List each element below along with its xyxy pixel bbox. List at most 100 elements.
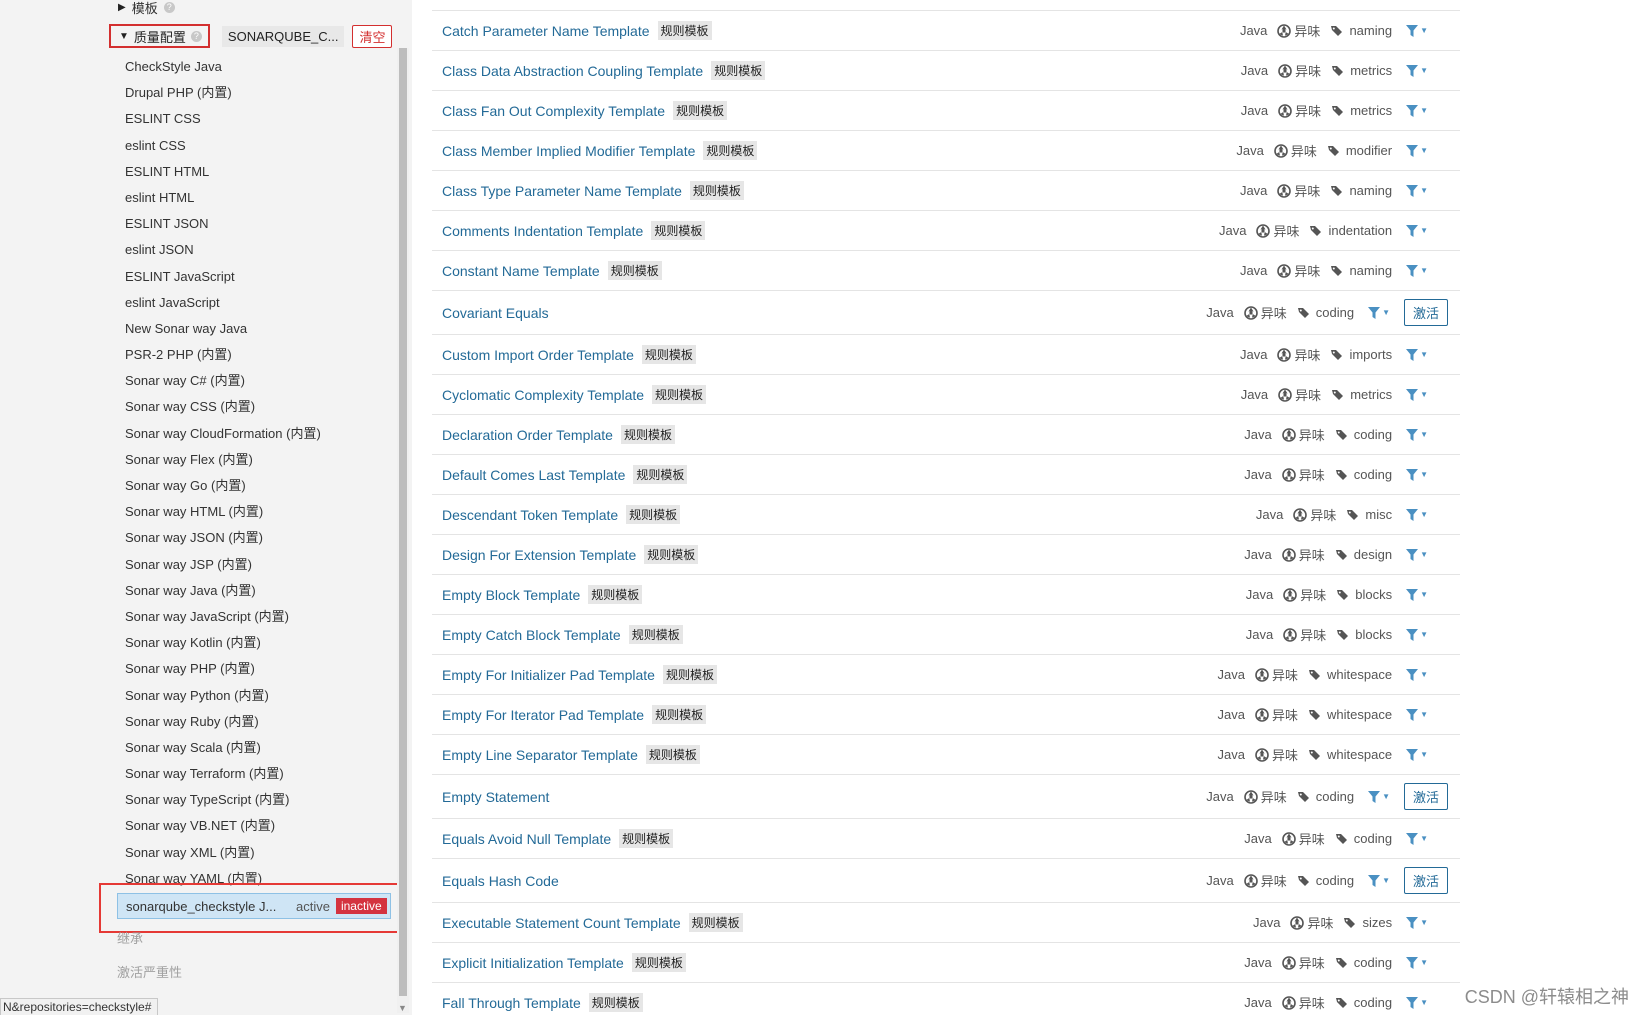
rule-tag[interactable]: coding: [1316, 789, 1354, 804]
rule-name-link[interactable]: Covariant Equals: [442, 305, 549, 321]
rule-row[interactable]: Class Fan Out Complexity Template 规则模板 Jav…: [432, 90, 1460, 130]
filter-similar-dropdown[interactable]: ▼: [1368, 790, 1390, 803]
rule-row[interactable]: Catch Parameter Name Template 规则模板 Java 异味 n…: [432, 10, 1460, 50]
rule-tag[interactable]: misc: [1365, 507, 1392, 522]
quality-profile-item[interactable]: Sonar way PHP (内置): [125, 656, 385, 682]
quality-profile-item[interactable]: eslint CSS: [125, 133, 385, 159]
filter-similar-dropdown[interactable]: ▼: [1406, 104, 1428, 117]
rule-name-link[interactable]: Cyclomatic Complexity Template: [442, 387, 644, 403]
quality-profile-item[interactable]: Sonar way CloudFormation (内置): [125, 421, 385, 447]
rule-name-link[interactable]: Comments Indentation Template: [442, 223, 643, 239]
rule-tag[interactable]: blocks: [1355, 627, 1392, 642]
rule-tag[interactable]: whitespace: [1327, 707, 1392, 722]
rule-name-link[interactable]: Design For Extension Template: [442, 547, 636, 563]
filter-similar-dropdown[interactable]: ▼: [1406, 224, 1428, 237]
rule-tag[interactable]: sizes: [1362, 915, 1392, 930]
rule-row[interactable]: Fall Through Template 规则模板 Java 异味 coding ▼: [432, 982, 1460, 1015]
quality-profile-item[interactable]: Sonar way XML (内置): [125, 840, 385, 866]
rule-tag[interactable]: whitespace: [1327, 667, 1392, 682]
rule-tag[interactable]: naming: [1349, 23, 1392, 38]
rule-tag[interactable]: metrics: [1350, 103, 1392, 118]
quality-profile-item[interactable]: Sonar way Scala (内置): [125, 735, 385, 761]
quality-profile-item[interactable]: ESLINT CSS: [125, 106, 385, 132]
filter-similar-dropdown[interactable]: ▼: [1406, 708, 1428, 721]
rule-row[interactable]: Covariant Equals Java 异味 coding ▼ 激活: [432, 290, 1460, 334]
rule-row[interactable]: Empty Line Separator Template 规则模板 Java 异味 w…: [432, 734, 1460, 774]
quality-profile-item[interactable]: Sonar way VB.NET (内置): [125, 813, 385, 839]
rule-row[interactable]: Design For Extension Template 规则模板 Java 异味 d…: [432, 534, 1460, 574]
rule-row[interactable]: Executable Statement Count Template 规则模板 J…: [432, 902, 1460, 942]
activation-severity-facet-header[interactable]: 激活严重性: [117, 962, 182, 981]
rule-tag[interactable]: design: [1354, 547, 1392, 562]
help-icon[interactable]: ?: [163, 1, 175, 13]
filter-similar-dropdown[interactable]: ▼: [1406, 144, 1428, 157]
quality-profile-item[interactable]: Sonar way TypeScript (内置): [125, 787, 385, 813]
activate-button[interactable]: 激活: [1403, 867, 1448, 894]
activate-button[interactable]: 激活: [1403, 299, 1448, 326]
rule-tag[interactable]: naming: [1349, 183, 1392, 198]
quality-profile-item[interactable]: eslint JavaScript: [125, 290, 385, 316]
selected-profile-item[interactable]: sonarqube_checkstyle J... active inactiv…: [117, 893, 391, 919]
filter-similar-dropdown[interactable]: ▼: [1406, 668, 1428, 681]
filter-similar-dropdown[interactable]: ▼: [1406, 24, 1428, 37]
rule-row[interactable]: Empty Block Template 规则模板 Java 异味 blocks ▼: [432, 574, 1460, 614]
rule-row[interactable]: Empty Statement Java 异味 coding ▼ 激活: [432, 774, 1460, 818]
quality-profile-item[interactable]: Sonar way HTML (内置): [125, 499, 385, 525]
rule-name-link[interactable]: Constant Name Template: [442, 263, 600, 279]
rule-name-link[interactable]: Descendant Token Template: [442, 507, 618, 523]
rule-name-link[interactable]: Equals Avoid Null Template: [442, 831, 611, 847]
quality-profile-item[interactable]: Sonar way Ruby (内置): [125, 709, 385, 735]
rule-row[interactable]: Declaration Order Template 规则模板 Java 异味 codi…: [432, 414, 1460, 454]
filter-similar-dropdown[interactable]: ▼: [1368, 306, 1390, 319]
rule-row[interactable]: Descendant Token Template 规则模板 Java 异味 misc ▼: [432, 494, 1460, 534]
rule-name-link[interactable]: Empty Block Template: [442, 587, 580, 603]
filter-similar-dropdown[interactable]: ▼: [1406, 748, 1428, 761]
quality-profile-facet-toggle[interactable]: ▼ 质量配置 ?: [109, 24, 210, 48]
quality-profile-item[interactable]: eslint HTML: [125, 185, 385, 211]
filter-similar-dropdown[interactable]: ▼: [1406, 832, 1428, 845]
filter-similar-dropdown[interactable]: ▼: [1406, 428, 1428, 441]
rule-row[interactable]: Class Type Parameter Name Template 规则模板 Ja…: [432, 170, 1460, 210]
rule-name-link[interactable]: Explicit Initialization Template: [442, 955, 624, 971]
quality-profile-item[interactable]: ESLINT HTML: [125, 159, 385, 185]
rule-tag[interactable]: indentation: [1328, 223, 1392, 238]
quality-profile-item[interactable]: Sonar way CSS (内置): [125, 394, 385, 420]
rule-name-link[interactable]: Empty For Iterator Pad Template: [442, 707, 644, 723]
filter-similar-dropdown[interactable]: ▼: [1406, 184, 1428, 197]
rule-tag[interactable]: coding: [1316, 873, 1354, 888]
rule-tag[interactable]: coding: [1354, 467, 1392, 482]
rule-row[interactable]: Empty Catch Block Template 规则模板 Java 异味 bloc…: [432, 614, 1460, 654]
rule-row[interactable]: Cyclomatic Complexity Template 规则模板 Java 异味…: [432, 374, 1460, 414]
rule-name-link[interactable]: Class Member Implied Modifier Template: [442, 143, 695, 159]
filter-similar-dropdown[interactable]: ▼: [1406, 628, 1428, 641]
rule-name-link[interactable]: Catch Parameter Name Template: [442, 23, 650, 39]
quality-profile-item[interactable]: Sonar way Flex (内置): [125, 447, 385, 473]
rule-name-link[interactable]: Class Fan Out Complexity Template: [442, 103, 665, 119]
rule-name-link[interactable]: Empty For Initializer Pad Template: [442, 667, 655, 683]
rule-row[interactable]: Custom Import Order Template 规则模板 Java 异味 im…: [432, 334, 1460, 374]
rule-name-link[interactable]: Default Comes Last Template: [442, 467, 625, 483]
rule-name-link[interactable]: Class Data Abstraction Coupling Template: [442, 63, 703, 79]
profile-active-toggle[interactable]: active: [296, 899, 330, 914]
rule-row[interactable]: Constant Name Template 规则模板 Java 异味 naming ▼: [432, 250, 1460, 290]
rule-name-link[interactable]: Fall Through Template: [442, 995, 581, 1011]
filter-similar-dropdown[interactable]: ▼: [1406, 508, 1428, 521]
quality-profile-item[interactable]: Sonar way Terraform (内置): [125, 761, 385, 787]
rule-row[interactable]: Equals Hash Code Java 异味 coding ▼ 激活: [432, 858, 1460, 902]
quality-profile-item[interactable]: Sonar way Go (内置): [125, 473, 385, 499]
quality-profile-item[interactable]: Sonar way Python (内置): [125, 683, 385, 709]
quality-profile-item[interactable]: Drupal PHP (内置): [125, 80, 385, 106]
help-icon[interactable]: ?: [190, 30, 202, 42]
activate-button[interactable]: 激活: [1403, 783, 1448, 810]
filter-similar-dropdown[interactable]: ▼: [1406, 956, 1428, 969]
filter-similar-dropdown[interactable]: ▼: [1406, 996, 1428, 1009]
filter-similar-dropdown[interactable]: ▼: [1406, 588, 1428, 601]
rule-tag[interactable]: metrics: [1350, 63, 1392, 78]
sidebar-scrollbar[interactable]: ▼: [397, 48, 409, 1013]
rule-row[interactable]: Empty For Iterator Pad Template 规则模板 Java 异…: [432, 694, 1460, 734]
rule-tag[interactable]: modifier: [1346, 143, 1392, 158]
rule-name-link[interactable]: Declaration Order Template: [442, 427, 613, 443]
rule-tag[interactable]: coding: [1354, 427, 1392, 442]
rule-row[interactable]: Class Member Implied Modifier Template 规则…: [432, 130, 1460, 170]
quality-profile-item[interactable]: ESLINT JSON: [125, 211, 385, 237]
